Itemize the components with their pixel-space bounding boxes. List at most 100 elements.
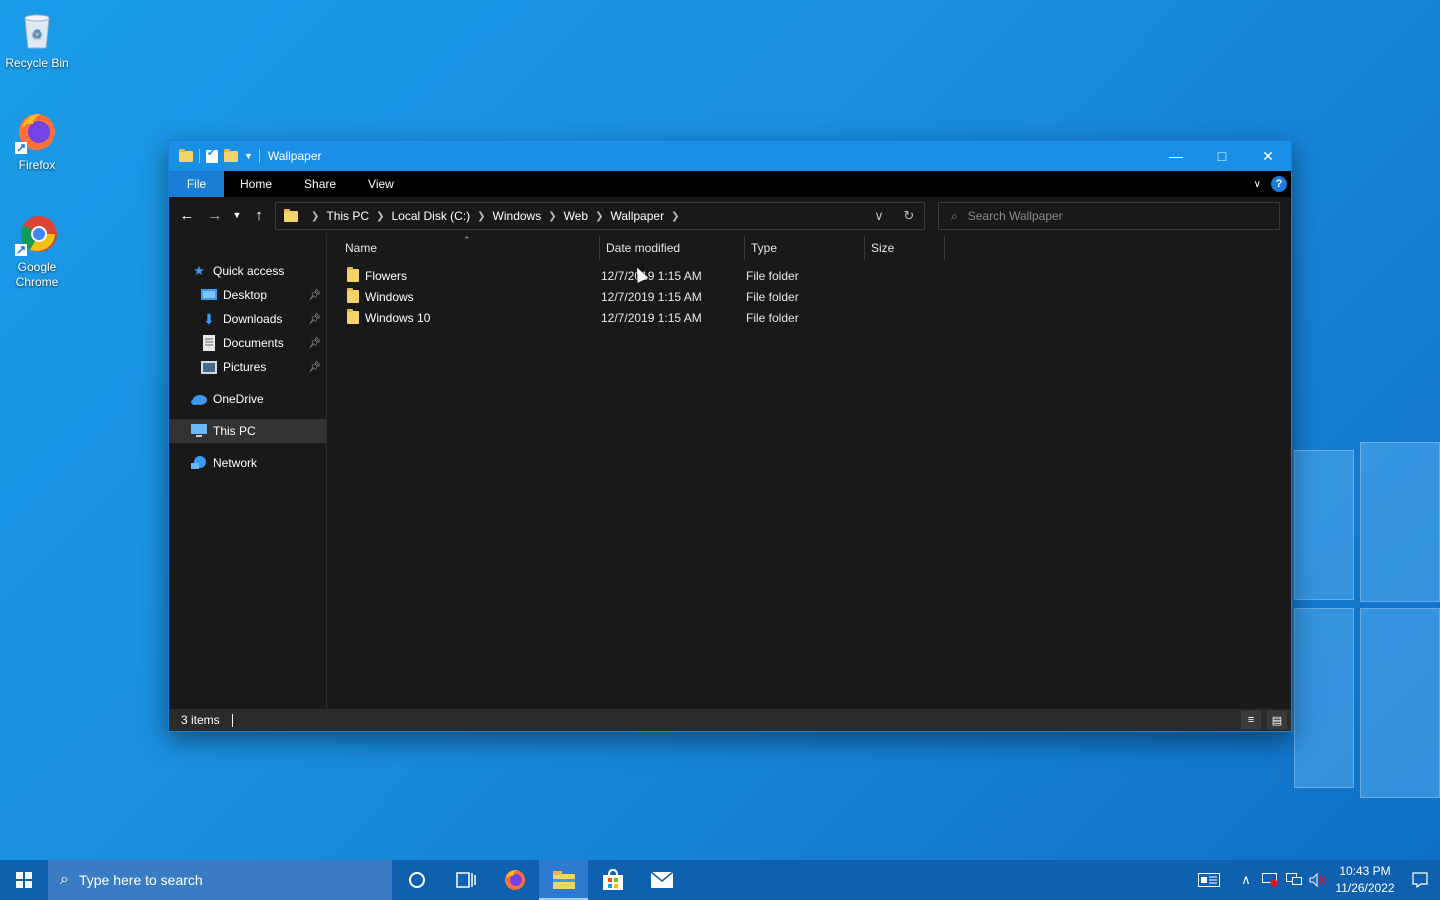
nav-this-pc[interactable]: This PC: [169, 419, 327, 443]
nav-label: OneDrive: [213, 392, 264, 406]
desktop-icon-label: Google Chrome: [15, 260, 59, 289]
expand-ribbon-chevron-icon[interactable]: ∨: [1254, 179, 1261, 190]
breadcrumb-chevron-icon[interactable]: ❯: [477, 211, 485, 222]
forward-button[interactable]: →: [201, 201, 229, 229]
toolbar-divider: [199, 149, 200, 163]
file-list-pane: ⌃ Name Date modified Type Size Flowers 1…: [327, 233, 1291, 709]
search-input[interactable]: [967, 209, 1268, 223]
breadcrumb-chevron-icon[interactable]: ❯: [671, 211, 679, 222]
up-button[interactable]: ↑: [245, 201, 273, 229]
properties-icon[interactable]: [206, 148, 218, 163]
file-explorer-window: ▼ Wallpaper — □ ✕ File Home Share View ∨…: [168, 140, 1292, 732]
taskbar-clock[interactable]: 10:43 PM 11/26/2022: [1330, 863, 1400, 897]
file-row[interactable]: Windows 10 12/7/2019 1:15 AM File folder: [327, 307, 1291, 328]
pin-icon[interactable]: 📌︎: [308, 338, 321, 349]
cortana-button[interactable]: [392, 860, 441, 900]
clock-time: 10:43 PM: [1339, 864, 1391, 878]
folder-icon: [347, 309, 359, 324]
taskbar-mail[interactable]: [637, 860, 686, 900]
chrome-icon: [15, 212, 59, 256]
nav-pictures[interactable]: Pictures 📌︎: [169, 355, 327, 379]
breadcrumb-web[interactable]: Web: [564, 209, 588, 223]
breadcrumb-windows[interactable]: Windows: [493, 209, 542, 223]
tab-home[interactable]: Home: [224, 171, 288, 197]
nav-desktop[interactable]: Desktop 📌︎: [169, 283, 327, 307]
breadcrumb-wallpaper[interactable]: Wallpaper: [610, 209, 664, 223]
file-date: 12/7/2019 1:15 AM: [601, 268, 702, 283]
file-row[interactable]: Flowers 12/7/2019 1:15 AM File folder: [327, 265, 1291, 286]
taskbar-microsoft-store[interactable]: [588, 860, 637, 900]
security-alert-icon[interactable]: [1258, 860, 1282, 900]
taskbar-search-box[interactable]: ⌕: [48, 860, 392, 900]
address-bar[interactable]: ❯ This PC ❯ Local Disk (C:) ❯ Windows ❯ …: [275, 202, 925, 230]
customize-toolbar-chevron-icon[interactable]: ▼: [244, 151, 253, 161]
pin-icon[interactable]: 📌︎: [308, 362, 321, 373]
nav-onedrive[interactable]: OneDrive: [169, 387, 327, 411]
tab-file[interactable]: File: [169, 171, 224, 197]
pin-icon[interactable]: 📌︎: [308, 290, 321, 301]
close-button[interactable]: ✕: [1245, 141, 1291, 171]
help-icon[interactable]: ?: [1271, 176, 1287, 192]
volume-muted-icon[interactable]: [1306, 860, 1330, 900]
folder-icon: [347, 267, 359, 282]
breadcrumb-chevron-icon[interactable]: ❯: [595, 211, 603, 222]
column-header-size[interactable]: Size: [865, 236, 945, 260]
show-hidden-icons-chevron-icon[interactable]: ∧: [1234, 860, 1258, 900]
computer-icon: [191, 423, 207, 439]
taskbar-firefox[interactable]: [490, 860, 539, 900]
desktop-icon-recycle-bin[interactable]: ♻ Recycle Bin: [0, 8, 74, 71]
nav-label: This PC: [213, 424, 256, 438]
pin-icon[interactable]: 📌︎: [308, 314, 321, 325]
nav-documents[interactable]: Documents 📌︎: [169, 331, 327, 355]
star-icon: ★: [193, 263, 205, 278]
column-header-type[interactable]: Type: [745, 236, 865, 260]
keyboard-layout-icon[interactable]: [1194, 860, 1224, 900]
network-status-icon[interactable]: [1282, 860, 1306, 900]
breadcrumb-chevron-icon[interactable]: ❯: [548, 211, 556, 222]
recent-locations-chevron-icon[interactable]: ▼: [229, 201, 245, 229]
nav-quick-access[interactable]: ★ Quick access: [169, 259, 327, 283]
status-divider: [231, 713, 233, 727]
taskbar-file-explorer[interactable]: [539, 860, 588, 900]
desktop-icon-google-chrome[interactable]: Google Chrome: [0, 212, 74, 290]
desktop-icon-firefox[interactable]: Firefox: [0, 110, 74, 173]
file-type: File folder: [746, 310, 799, 325]
tab-view[interactable]: View: [352, 171, 410, 197]
task-view-button[interactable]: [441, 860, 490, 900]
column-header-name[interactable]: Name: [345, 236, 600, 260]
new-folder-icon[interactable]: [224, 148, 238, 162]
details-view-icon[interactable]: ≡: [1241, 711, 1261, 729]
nav-downloads[interactable]: ⬇ Downloads 📌︎: [169, 307, 327, 331]
tab-share[interactable]: Share: [288, 171, 352, 197]
quick-access-toolbar: ▼: [169, 148, 260, 163]
column-headers: ⌃ Name Date modified Type Size: [327, 233, 1291, 263]
refresh-icon[interactable]: ↻: [894, 203, 924, 229]
nav-label: Network: [213, 456, 258, 470]
start-button[interactable]: [0, 860, 48, 900]
breadcrumb-chevron-icon[interactable]: ❯: [376, 211, 384, 222]
back-button[interactable]: ←: [173, 201, 201, 229]
large-icons-view-icon[interactable]: ▤: [1267, 711, 1287, 729]
title-bar[interactable]: ▼ Wallpaper — □ ✕: [169, 141, 1291, 171]
cortana-circle-icon: [408, 872, 425, 888]
desktop-icon-label: Firefox: [18, 158, 56, 172]
task-view-icon: [455, 872, 476, 888]
address-history-chevron-icon[interactable]: ∨: [864, 203, 894, 229]
nav-network[interactable]: Network: [169, 451, 327, 475]
minimize-button[interactable]: —: [1153, 141, 1199, 171]
maximize-button[interactable]: □: [1199, 141, 1245, 171]
search-box[interactable]: ⌕: [938, 202, 1280, 230]
file-row[interactable]: Windows 12/7/2019 1:15 AM File folder: [327, 286, 1291, 307]
file-type: File folder: [746, 289, 799, 304]
network-icon: [191, 455, 207, 471]
item-count: 3 items: [181, 713, 220, 727]
action-center-button[interactable]: [1400, 860, 1440, 900]
column-header-date-modified[interactable]: Date modified: [600, 236, 745, 260]
desktop-icon-label: Recycle Bin: [5, 56, 69, 70]
navigation-pane: ★ Quick access Desktop 📌︎ ⬇ Downloads 📌︎…: [169, 233, 327, 709]
breadcrumb-chevron-icon[interactable]: ❯: [311, 211, 319, 222]
breadcrumb-local-disk[interactable]: Local Disk (C:): [391, 209, 470, 223]
recycle-bin-icon: ♻: [15, 8, 59, 52]
taskbar-search-input[interactable]: [78, 872, 359, 888]
breadcrumb-this-pc[interactable]: This PC: [326, 209, 369, 223]
